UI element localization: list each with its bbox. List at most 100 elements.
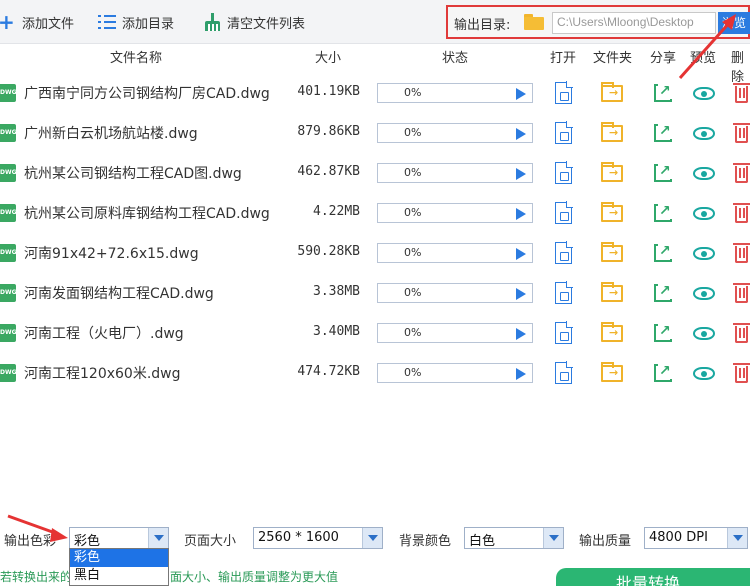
play-icon[interactable] [516,328,526,340]
file-name: 杭州某公司原料库钢结构工程CAD.dwg [24,206,270,222]
file-row[interactable]: DWG 杭州某公司钢结构工程CAD图.dwg 462.87KB 0% [0,152,750,192]
share-icon[interactable] [653,322,675,344]
file-row[interactable]: DWG 河南91x42+72.6x15.dwg 590.28KB 0% [0,232,750,272]
share-icon[interactable] [653,122,675,144]
file-size: 462.87KB [297,164,360,179]
file-row[interactable]: DWG 杭州某公司原料库钢结构工程CAD.dwg 4.22MB 0% [0,192,750,232]
progress-percent: 0% [404,166,422,179]
open-folder-icon[interactable] [601,82,625,104]
chevron-down-icon[interactable] [727,528,747,548]
page-size-select[interactable]: 2560 * 1600 [253,527,383,549]
delete-trash-icon[interactable] [733,282,750,304]
chevron-down-icon[interactable] [148,528,168,548]
preview-eye-icon[interactable] [693,82,717,104]
progress-bar: 0% [377,203,533,223]
open-file-icon[interactable] [553,121,575,144]
output-color-select[interactable]: 彩色 [69,527,169,549]
open-file-icon[interactable] [553,321,575,344]
open-file-icon[interactable] [553,161,575,184]
page-size-label: 页面大小 [184,534,237,549]
progress-percent: 0% [404,126,422,139]
play-icon[interactable] [516,168,526,180]
list-icon [98,13,116,31]
delete-trash-icon[interactable] [733,82,750,104]
add-directory-button[interactable]: 添加目录 [98,11,174,33]
open-file-icon[interactable] [553,201,575,224]
delete-trash-icon[interactable] [733,362,750,384]
preview-eye-icon[interactable] [693,202,717,224]
output-quality-label: 输出质量 [579,534,632,549]
dwg-file-icon: DWG [0,164,17,182]
play-icon[interactable] [516,88,526,100]
dropdown-option-color[interactable]: 彩色 [70,549,168,567]
open-folder-icon[interactable] [601,162,625,184]
play-icon[interactable] [516,208,526,220]
open-file-icon[interactable] [553,81,575,104]
open-folder-icon[interactable] [601,202,625,224]
chevron-down-icon[interactable] [543,528,563,548]
share-icon[interactable] [653,282,675,304]
play-icon[interactable] [516,128,526,140]
open-folder-icon[interactable] [601,362,625,384]
output-quality-select[interactable]: 4800 DPI [644,527,748,549]
share-icon[interactable] [653,202,675,224]
open-file-icon[interactable] [553,241,575,264]
open-folder-icon[interactable] [601,122,625,144]
progress-bar: 0% [377,363,533,383]
share-icon[interactable] [653,362,675,384]
file-name: 河南发面钢结构工程CAD.dwg [24,286,214,302]
open-folder-icon[interactable] [601,282,625,304]
preview-eye-icon[interactable] [693,322,717,344]
play-icon[interactable] [516,288,526,300]
dropdown-option-bw[interactable]: 黑白 [70,567,168,585]
delete-trash-icon[interactable] [733,162,750,184]
preview-eye-icon[interactable] [693,122,717,144]
progress-bar: 0% [377,123,533,143]
folder-icon [524,14,544,30]
background-color-select[interactable]: 白色 [464,527,564,549]
file-row[interactable]: DWG 河南工程120x60米.dwg 474.72KB 0% [0,352,750,392]
preview-eye-icon[interactable] [693,242,717,264]
chevron-down-icon[interactable] [362,528,382,548]
progress-percent: 0% [404,366,422,379]
file-row[interactable]: DWG 广州新白云机场航站楼.dwg 879.86KB 0% [0,112,750,152]
background-color-label: 背景颜色 [399,534,452,549]
delete-trash-icon[interactable] [733,242,750,264]
file-size: 879.86KB [297,124,360,139]
delete-trash-icon[interactable] [733,202,750,224]
preview-eye-icon[interactable] [693,362,717,384]
batch-convert-button[interactable]: 批量转换 [556,568,750,586]
file-row[interactable]: DWG 河南发面钢结构工程CAD.dwg 3.38MB 0% [0,272,750,312]
preview-eye-icon[interactable] [693,162,717,184]
clear-list-button[interactable]: 清空文件列表 [203,11,305,33]
dwg-file-icon: DWG [0,284,17,302]
play-icon[interactable] [516,368,526,380]
output-path-input[interactable]: C:\Users\Mloong\Desktop [552,12,716,34]
column-name: 文件名称 [110,51,163,66]
progress-bar: 0% [377,83,533,103]
file-size: 3.40MB [313,324,360,339]
broom-icon [203,13,221,31]
file-row[interactable]: DWG 河南工程（火电厂）.dwg 3.40MB 0% [0,312,750,352]
file-row[interactable]: DWG 广西南宁同方公司钢结构厂房CAD.dwg 401.19KB 0% [0,72,750,112]
progress-bar: 0% [377,163,533,183]
column-size: 大小 [315,51,342,66]
open-file-icon[interactable] [553,361,575,384]
column-open: 打开 [550,51,577,66]
delete-trash-icon[interactable] [733,322,750,344]
hint-text-right: 面大小、输出质量调整为更大值 [170,570,339,584]
share-icon[interactable] [653,242,675,264]
share-icon[interactable] [653,82,675,104]
preview-eye-icon[interactable] [693,282,717,304]
browse-button[interactable]: 浏览 [718,12,750,34]
add-file-button[interactable]: + 添加文件 [0,11,74,33]
share-icon[interactable] [653,162,675,184]
file-size: 401.19KB [297,84,360,99]
open-folder-icon[interactable] [601,322,625,344]
delete-trash-icon[interactable] [733,122,750,144]
play-icon[interactable] [516,248,526,260]
open-folder-icon[interactable] [601,242,625,264]
progress-percent: 0% [404,286,422,299]
open-file-icon[interactable] [553,281,575,304]
file-name: 广西南宁同方公司钢结构厂房CAD.dwg [24,86,270,102]
